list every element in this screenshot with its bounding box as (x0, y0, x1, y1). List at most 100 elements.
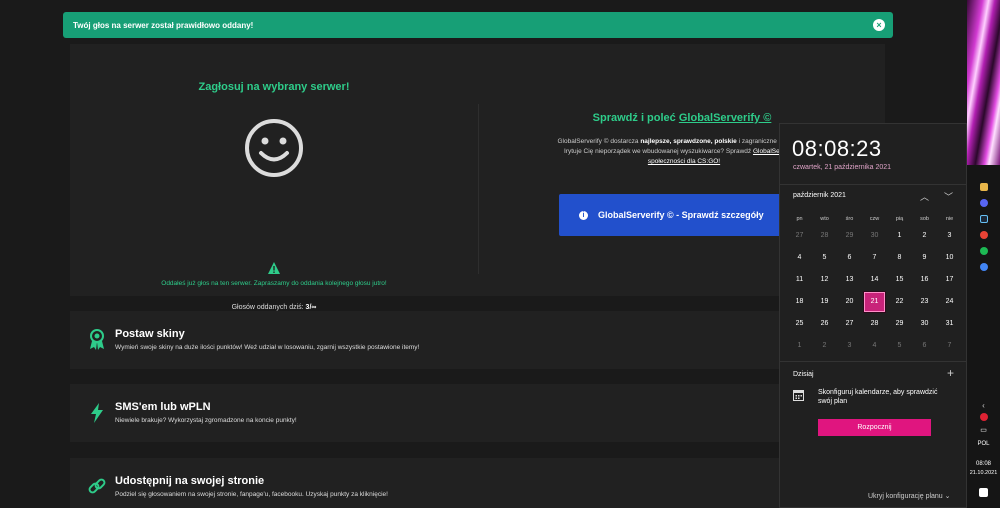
chevron-left-icon[interactable]: ‹ (967, 401, 1000, 410)
calendar-day-number: 3 (947, 232, 952, 239)
chevron-down-icon: ⌄ (944, 493, 951, 500)
calendar-month[interactable]: październik 2021 (793, 192, 846, 199)
award-icon (90, 329, 104, 350)
hide-plan-config-link[interactable]: Ukryj konfigurację planu ⌄ (868, 492, 951, 500)
globalserverify-title-link[interactable]: GlobalServerify © (679, 112, 771, 124)
calendar-day[interactable]: 10 (937, 247, 962, 269)
calendar-day[interactable]: 29 (837, 225, 862, 247)
calendar-day[interactable]: 4 (787, 247, 812, 269)
calendar-day-number: 21 (863, 291, 886, 313)
browser-icon[interactable] (980, 263, 988, 271)
vote-section: Zagłosuj na wybrany serwer! Oddałeś już … (70, 44, 478, 311)
calendar-day[interactable]: 5 (887, 335, 912, 357)
add-event-icon[interactable]: + (947, 366, 954, 380)
language-indicator[interactable]: POL (967, 441, 1000, 447)
calendar-day[interactable]: 9 (912, 247, 937, 269)
calendar-day[interactable]: 5 (812, 247, 837, 269)
feature-card-skins[interactable]: Postaw skiny Wymień swoje skiny na duże … (70, 311, 885, 369)
calendar-day[interactable]: 29 (887, 313, 912, 335)
globalserverify-title-prefix: Sprawdź i poleć (592, 112, 676, 124)
notification-app-icon[interactable] (980, 413, 988, 421)
globalserverify-details-button[interactable]: i GlobalServerify © - Sprawdź szczegóły (559, 194, 799, 236)
calendar-day[interactable]: 3 (837, 335, 862, 357)
calendar-day[interactable]: 18 (787, 291, 812, 313)
action-center-icon[interactable] (979, 488, 988, 497)
calendar-day[interactable]: 22 (887, 291, 912, 313)
discord-icon[interactable] (980, 199, 988, 207)
calendar-day[interactable]: 20 (837, 291, 862, 313)
chevron-up-icon[interactable]: ︿ (920, 190, 929, 203)
calendar-day[interactable]: 8 (887, 247, 912, 269)
chevron-down-icon[interactable]: ﹀ (944, 190, 953, 203)
clock-date[interactable]: czwartek, 21 października 2021 (793, 164, 891, 171)
calendar-day[interactable]: 24 (937, 291, 962, 313)
calendar-day[interactable]: 7 (937, 335, 962, 357)
weekday-header: wto (820, 216, 829, 222)
hide-plan-label: Ukryj konfigurację planu (868, 493, 943, 500)
calendar-day[interactable]: 4 (862, 335, 887, 357)
calendar-day[interactable]: 12 (812, 269, 837, 291)
calendar-day[interactable]: 6 (912, 335, 937, 357)
vote-count-label: Głosów oddanych dziś: (231, 304, 304, 311)
calendar-day-number: 1 (797, 342, 802, 349)
calendar-day[interactable]: 13 (837, 269, 862, 291)
feature-description: Wymień swoje skiny na duże ilości punktó… (115, 344, 420, 351)
calendar-day[interactable]: 14 (862, 269, 887, 291)
calendar-day-today[interactable]: 21 (862, 291, 887, 313)
calendar-day[interactable]: 19 (812, 291, 837, 313)
calendar-day[interactable]: 27 (787, 225, 812, 247)
calendar-day[interactable]: 31 (937, 313, 962, 335)
calendar-day-number: 17 (945, 276, 954, 283)
calendar-setup-note: Skonfiguruj kalendarze, aby sprawdzić sw… (818, 389, 938, 405)
calendar-day-number: 23 (920, 298, 929, 305)
calendar-day-number: 14 (870, 276, 879, 283)
folder-icon[interactable] (980, 183, 988, 191)
success-toast: Twój głos na serwer został prawidłowo od… (63, 12, 893, 38)
calendar-day-number: 2 (822, 342, 827, 349)
calendar-day[interactable]: 28 (812, 225, 837, 247)
steam-icon[interactable] (980, 215, 988, 223)
calendar-day[interactable]: 23 (912, 291, 937, 313)
calendar-day[interactable]: 2 (812, 335, 837, 357)
feature-card-sms[interactable]: SMS'em lub wPLN Niewiele brakuje? Wykorz… (70, 384, 885, 442)
calendar-day[interactable]: 11 (787, 269, 812, 291)
calendar-day[interactable]: 7 (862, 247, 887, 269)
link-icon (88, 478, 106, 494)
today-label: Dzisiaj (793, 371, 814, 378)
calendar-day[interactable]: 2 (912, 225, 937, 247)
calendar-day-number: 29 (845, 232, 854, 239)
calendar-day[interactable]: 30 (912, 313, 937, 335)
close-icon[interactable]: × (873, 19, 885, 31)
clock-time: 08:08:23 (792, 136, 882, 161)
calendar-day[interactable]: 27 (837, 313, 862, 335)
start-button[interactable]: Rozpocznij (818, 419, 931, 436)
calendar-day[interactable]: 6 (837, 247, 862, 269)
calendar-day[interactable]: 1 (887, 225, 912, 247)
calendar-day-number: 6 (847, 254, 852, 261)
calendar-day-number: 19 (820, 298, 829, 305)
calendar-day-number: 7 (947, 342, 952, 349)
calendar-day-number: 18 (795, 298, 804, 305)
weekday-header: czw (869, 216, 880, 222)
feature-card-share[interactable]: Udostępnij na swojej stronie Podziel się… (70, 458, 885, 508)
community-link[interactable]: społeczności dla CS:GO! (648, 158, 720, 165)
vote-message: Oddałeś już głos na ten serwer. Zaprasza… (161, 280, 387, 287)
calendar-day[interactable]: 30 (862, 225, 887, 247)
calendar-day[interactable]: 15 (887, 269, 912, 291)
calendar-day[interactable]: 3 (937, 225, 962, 247)
calendar-day[interactable]: 25 (787, 313, 812, 335)
calendar-day-number: 5 (822, 254, 827, 261)
calendar-day[interactable]: 26 (812, 313, 837, 335)
calendar-day-number: 25 (795, 320, 804, 327)
divider (780, 361, 966, 362)
taskbar-clock-time[interactable]: 08:08 (967, 461, 1000, 467)
calendar-day[interactable]: 16 (912, 269, 937, 291)
chrome-icon[interactable] (980, 231, 988, 239)
calendar-day[interactable]: 17 (937, 269, 962, 291)
calendar-icon (793, 390, 804, 401)
calendar-day[interactable]: 1 (787, 335, 812, 357)
calendar-day[interactable]: 28 (862, 313, 887, 335)
network-icon[interactable]: ▭ (967, 426, 1000, 434)
spotify-icon[interactable] (980, 247, 988, 255)
taskbar-clock-date[interactable]: 21.10.2021 (967, 470, 1000, 476)
